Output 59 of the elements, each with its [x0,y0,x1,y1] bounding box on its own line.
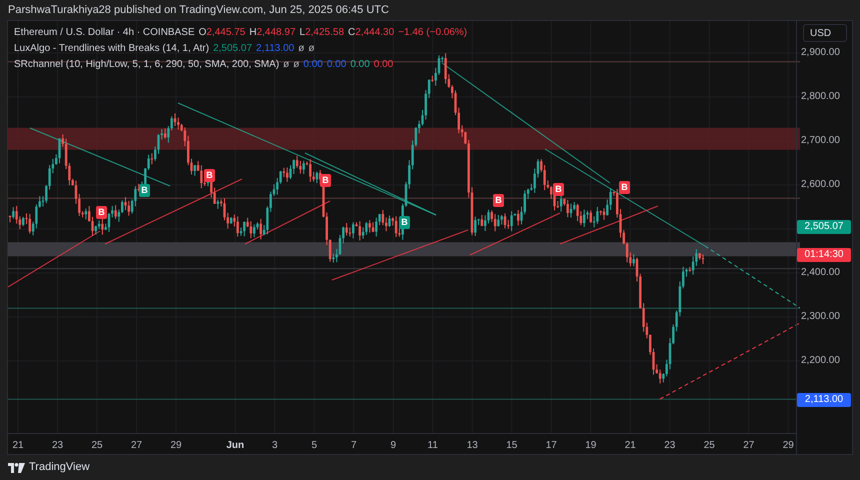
time-axis-label: 25 [702,439,716,453]
legend-value: ø [308,42,314,56]
legend-title: SRchannel (10, High/Low, 5, 1, 6, 290, 50, SMA, 200, SMA) [14,58,280,72]
break-marker: B [139,184,150,197]
legend-value: 0.00 [350,58,370,72]
legend-value: H2,448.97 [249,26,296,40]
time-axis-label: 15 [505,439,518,453]
price-tag: 2,113.00 [797,393,851,407]
time-axis-label: 7 [350,439,358,453]
time-axis-label: 23 [663,439,676,453]
break-marker: B [96,206,107,219]
legend-value: L2,425.58 [300,26,344,40]
legend-value: 2,113.00 [256,42,294,56]
legend-value: 2,505.07 [213,42,252,56]
time-axis-label: 5 [310,439,318,453]
legend-value: ø [283,58,290,72]
break-marker: B [399,216,410,229]
price-tag: 01:14:30 [797,248,851,262]
price-axis-label: 2,300.00 [801,311,840,323]
time-axis-label: 29 [782,439,795,453]
time-axis-label: 9 [389,439,398,453]
time-axis-label: 11 [426,439,439,453]
time-axis-label: 3 [270,439,279,453]
legend-title: Ethereum / U.S. Dollar · 4h · COINBASE [14,26,195,40]
time-axis-label: 13 [466,439,479,453]
time-axis-label: 23 [50,439,64,453]
break-marker: B [493,194,504,207]
time-axis-label: 29 [169,439,183,453]
time-axis-label: Jun [225,439,246,453]
legend-value: ø [298,42,304,56]
legend-value: ø [293,58,300,72]
time-axis-label: 21 [11,439,25,453]
legend-value: 0.00 [326,58,346,72]
legend-title: LuxAlgo - Trendlines with Breaks (14, 1, Atr) [14,42,210,56]
price-axis-label: 2,800.00 [801,91,840,103]
currency-button[interactable]: USD [803,24,847,42]
legend-value: 0.00 [374,58,394,72]
time-axis-label: 27 [130,439,144,453]
brand-name: TradingView [29,460,90,476]
time-axis-label: 27 [742,439,756,453]
legend-value: O2,445.75 [198,26,246,40]
break-marker: B [204,169,215,182]
price-axis-label: 2,700.00 [801,135,840,147]
time-axis-label: 17 [544,439,558,453]
price-axis-label: 2,600.00 [801,179,840,191]
time-axis-label: 25 [90,439,104,453]
publisher-caption: ParshwaTurakhiya28 published on TradingView.com, Jun 25, 2025 06:45 UTC [8,2,389,18]
break-marker: B [553,183,564,196]
break-marker: B [320,174,331,187]
break-marker: B [619,181,630,194]
legend-value: −1.46 (−0.06%) [398,26,468,40]
legend-value: 0.00 [303,58,323,72]
price-axis-label: 2,900.00 [801,47,840,59]
price-tag: 2,505.07 [797,220,851,234]
time-axis-label: 19 [584,439,598,453]
price-axis-label: 2,200.00 [801,355,840,367]
legend-value: C2,444.30 [348,26,394,40]
time-axis-label: 21 [624,439,637,453]
price-axis-label: 2,400.00 [801,267,840,279]
